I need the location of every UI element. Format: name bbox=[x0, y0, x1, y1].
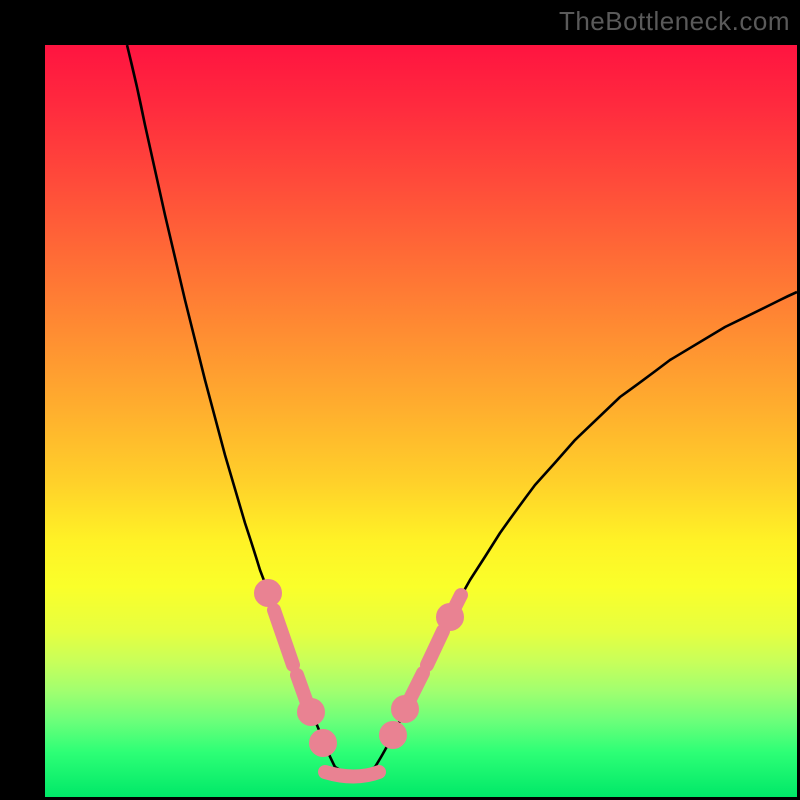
curve-layer bbox=[45, 45, 797, 797]
chart-frame: TheBottleneck.com bbox=[0, 0, 800, 800]
valley-floor-pink bbox=[325, 772, 379, 777]
watermark-text: TheBottleneck.com bbox=[559, 6, 790, 37]
plot-area bbox=[45, 45, 797, 797]
right-branch-pink-markers bbox=[386, 595, 461, 742]
left-branch-pink-markers bbox=[261, 586, 330, 750]
right-branch-curve bbox=[375, 292, 797, 767]
left-branch-curve bbox=[127, 45, 335, 767]
